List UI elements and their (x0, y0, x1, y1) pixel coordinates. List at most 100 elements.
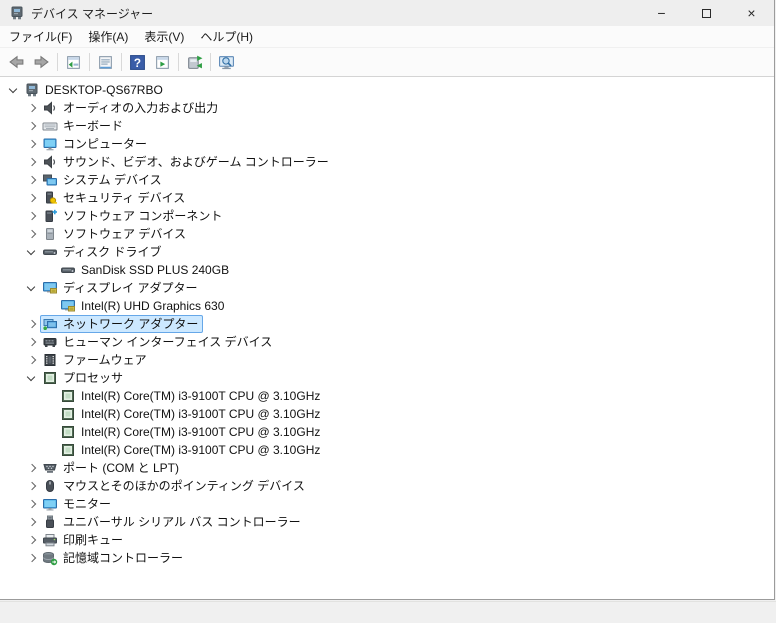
tree-item-storage-controllers[interactable]: 記憶域コントローラー (0, 549, 774, 567)
chevron-down-icon[interactable] (24, 370, 40, 386)
tree-item-processors[interactable]: プロセッサ (0, 369, 774, 387)
audio-icon (42, 154, 58, 170)
chevron-right-icon[interactable] (24, 550, 40, 566)
cpu-icon (42, 370, 58, 386)
toolbar-separator (57, 53, 58, 71)
tree-item-print-queues[interactable]: 印刷キュー (0, 531, 774, 549)
tree-item-content: ソフトウェア デバイス (40, 225, 191, 243)
tree-item-audio-inputs-outputs[interactable]: オーディオの入力および出力 (0, 99, 774, 117)
sw-device-icon (42, 226, 58, 242)
tree-item-software-devices[interactable]: ソフトウェア デバイス (0, 225, 774, 243)
chevron-right-icon[interactable] (24, 100, 40, 116)
tree-item-content: ファームウェア (40, 351, 152, 369)
tree-item-disk-drives[interactable]: ディスク ドライブ (0, 243, 774, 261)
close-button[interactable]: × (729, 0, 774, 26)
disk-icon (42, 244, 58, 260)
printer-icon (42, 532, 58, 548)
chevron-right-icon[interactable] (24, 226, 40, 242)
chevron-right-icon[interactable] (24, 496, 40, 512)
scan-hardware-changes-button[interactable] (214, 50, 239, 75)
tree-item-content: Intel(R) UHD Graphics 630 (58, 297, 229, 315)
tree-item-network-adapters[interactable]: ネットワーク アダプター (0, 315, 774, 333)
tree-item-cpu-2[interactable]: Intel(R) Core(TM) i3-9100T CPU @ 3.10GHz (0, 423, 774, 441)
tree-item-sandisk-ssd[interactable]: SanDisk SSD PLUS 240GB (0, 261, 774, 279)
chevron-right-icon[interactable] (24, 532, 40, 548)
storage-icon (42, 550, 58, 566)
display-icon (42, 280, 58, 296)
tree-item-content: ディスク ドライブ (40, 243, 167, 261)
port-icon (42, 460, 58, 476)
toolbar-separator (210, 53, 211, 71)
tree-item-system-devices[interactable]: システム デバイス (0, 171, 774, 189)
menu-item-2[interactable]: 表示(V) (136, 26, 192, 47)
tree-item-cpu-3[interactable]: Intel(R) Core(TM) i3-9100T CPU @ 3.10GHz (0, 441, 774, 459)
forward-button[interactable] (29, 50, 54, 75)
tree-item-firmware[interactable]: ファームウェア (0, 351, 774, 369)
titlebar: デバイス マネージャー − × (0, 0, 774, 26)
tree-item-content: モニター (40, 495, 116, 513)
tree-item-keyboards[interactable]: キーボード (0, 117, 774, 135)
chevron-down-icon[interactable] (24, 280, 40, 296)
tree-item-software-components[interactable]: ソフトウェア コンポーネント (0, 207, 774, 225)
properties-button[interactable] (93, 50, 118, 75)
maximize-button[interactable] (684, 0, 729, 26)
tree-item-label: DESKTOP-QS67RBO (45, 83, 163, 97)
tree-item-content: ディスプレイ アダプター (40, 279, 203, 297)
chevron-right-icon[interactable] (24, 334, 40, 350)
action-pane-button[interactable] (150, 50, 175, 75)
toolbar-separator (178, 53, 179, 71)
tree-item-label: マウスとそのほかのポインティング デバイス (63, 479, 305, 493)
security-icon (42, 190, 58, 206)
arrow-right-icon (33, 54, 50, 71)
update-driver-button[interactable] (182, 50, 207, 75)
chevron-right-icon[interactable] (24, 460, 40, 476)
chevron-right-icon[interactable] (24, 172, 40, 188)
tree-item-cpu-0[interactable]: Intel(R) Core(TM) i3-9100T CPU @ 3.10GHz (0, 387, 774, 405)
tree-item-sound-video-game-controllers[interactable]: サウンド、ビデオ、およびゲーム コントローラー (0, 153, 774, 171)
chevron-right-icon[interactable] (24, 316, 40, 332)
chevron-placeholder (42, 424, 58, 440)
chevron-right-icon[interactable] (24, 208, 40, 224)
tree-item-security-devices[interactable]: セキュリティ デバイス (0, 189, 774, 207)
chevron-right-icon[interactable] (24, 118, 40, 134)
tree-item-computer-desktop-qs67rbo[interactable]: DESKTOP-QS67RBO (0, 81, 774, 99)
chevron-right-icon[interactable] (24, 514, 40, 530)
menu-item-1[interactable]: 操作(A) (80, 26, 136, 47)
chevron-right-icon[interactable] (24, 136, 40, 152)
tree-item-display-adapters[interactable]: ディスプレイ アダプター (0, 279, 774, 297)
update-driver-icon (186, 54, 203, 71)
tree-item-label: システム デバイス (63, 173, 162, 187)
tree-item-content: キーボード (40, 117, 128, 135)
help-button[interactable]: ? (125, 50, 150, 75)
tree-item-content: ネットワーク アダプター (40, 315, 204, 333)
chevron-right-icon[interactable] (24, 154, 40, 170)
tree-item-monitors[interactable]: モニター (0, 495, 774, 513)
tree-item-mice-pointing-devices[interactable]: マウスとそのほかのポインティング デバイス (0, 477, 774, 495)
tree-item-intel-uhd-630[interactable]: Intel(R) UHD Graphics 630 (0, 297, 774, 315)
chevron-placeholder (42, 406, 58, 422)
tree-item-label: キーボード (63, 119, 124, 133)
minimize-button[interactable]: − (639, 0, 684, 26)
back-button[interactable] (4, 50, 29, 75)
tree-item-content: 記憶域コントローラー (40, 549, 188, 567)
tree-item-usb-controllers[interactable]: ユニバーサル シリアル バス コントローラー (0, 513, 774, 531)
chevron-down-icon[interactable] (24, 244, 40, 260)
tree-item-label: ネットワーク アダプター (63, 317, 199, 331)
chevron-placeholder (42, 388, 58, 404)
tree-item-ports-com-lpt[interactable]: ポート (COM と LPT) (0, 459, 774, 477)
chevron-right-icon[interactable] (24, 352, 40, 368)
cpu-icon (60, 424, 76, 440)
chevron-down-icon[interactable] (6, 82, 22, 98)
chevron-right-icon[interactable] (24, 478, 40, 494)
show-console-tree-button[interactable] (61, 50, 86, 75)
tree-item-computers[interactable]: コンピューター (0, 135, 774, 153)
tree-item-human-interface-devices[interactable]: ヒューマン インターフェイス デバイス (0, 333, 774, 351)
tree-item-label: Intel(R) Core(TM) i3-9100T CPU @ 3.10GHz (81, 389, 321, 403)
tree-item-content: サウンド、ビデオ、およびゲーム コントローラー (40, 153, 334, 171)
chevron-right-icon[interactable] (24, 190, 40, 206)
menu-item-3[interactable]: ヘルプ(H) (192, 26, 261, 47)
tree-item-content: ポート (COM と LPT) (40, 459, 184, 477)
menu-item-0[interactable]: ファイル(F) (1, 26, 80, 47)
tree-item-cpu-1[interactable]: Intel(R) Core(TM) i3-9100T CPU @ 3.10GHz (0, 405, 774, 423)
tree-item-label: コンピューター (63, 137, 148, 151)
